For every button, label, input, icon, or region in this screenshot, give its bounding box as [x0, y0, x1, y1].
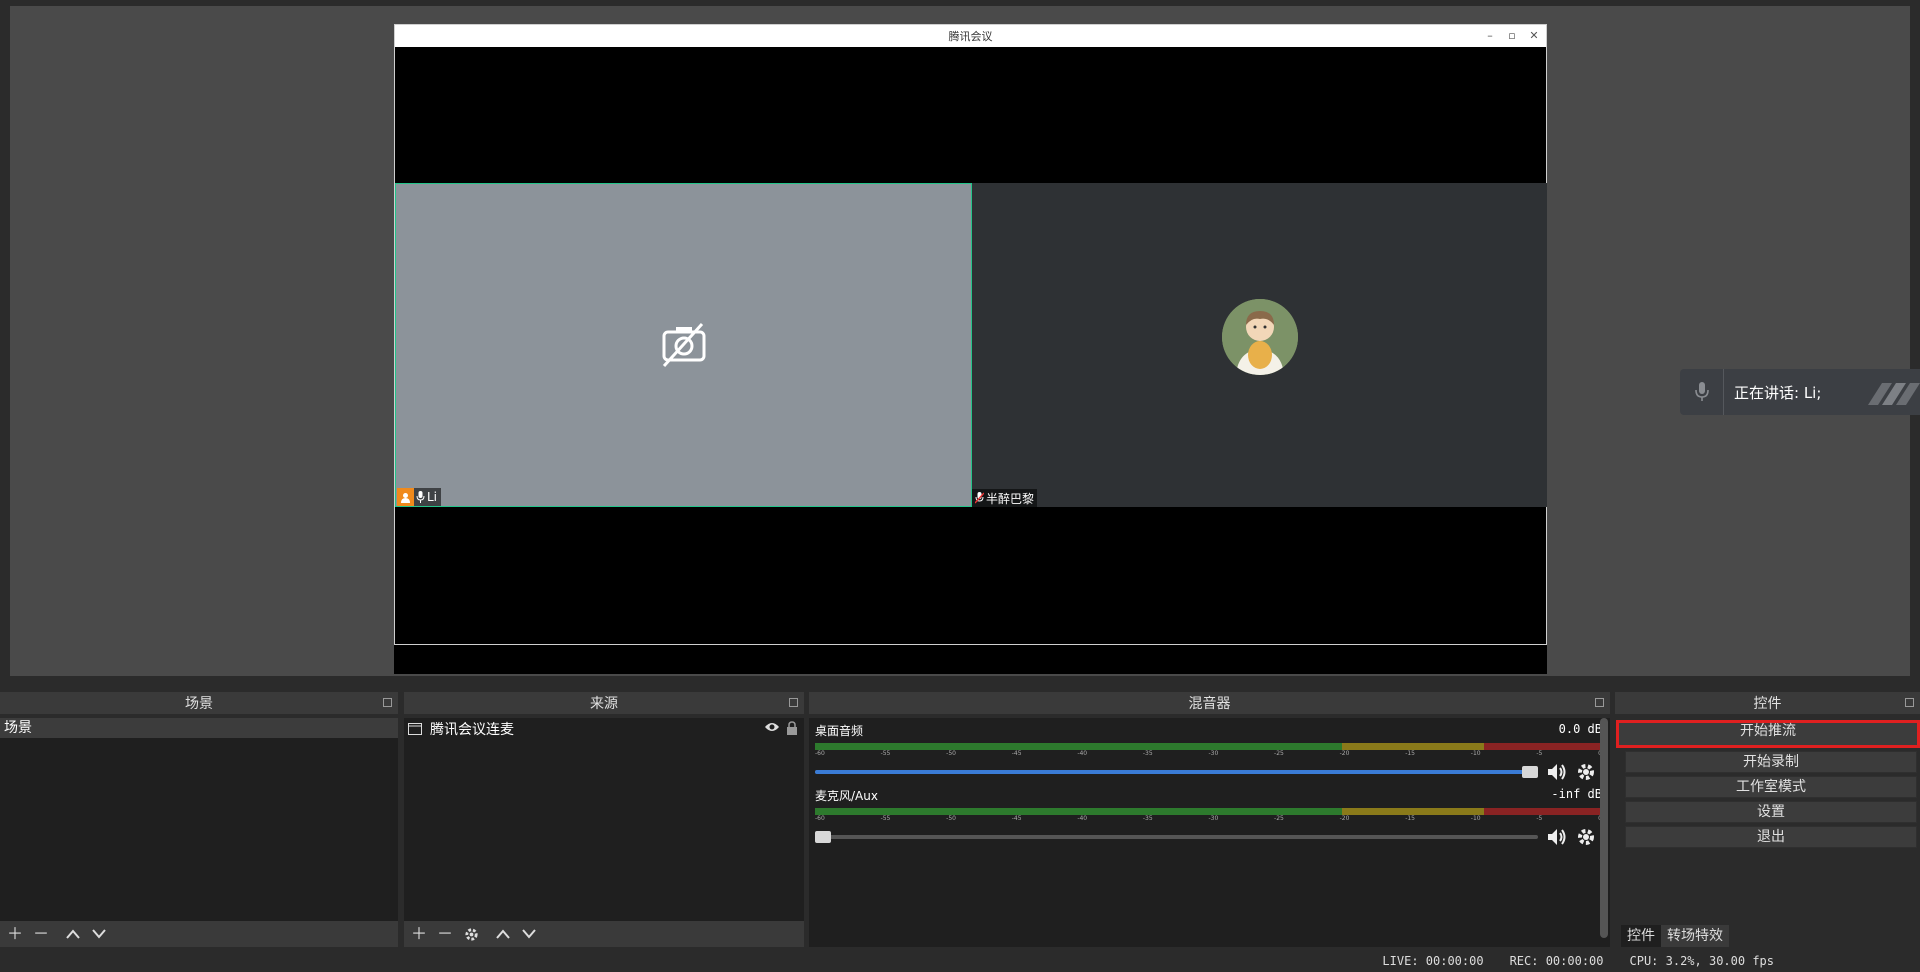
dock-title: 控件: [1753, 696, 1782, 712]
exit-button[interactable]: 退出: [1625, 826, 1917, 848]
float-dock-icon[interactable]: [1595, 698, 1604, 707]
name-tag-banzuibali: 半醉巴黎: [972, 489, 1038, 507]
tab-controls[interactable]: 控件: [1621, 925, 1661, 947]
avatar: [1222, 299, 1298, 375]
float-dock-icon[interactable]: [383, 698, 392, 707]
mixer-scrollbar[interactable]: [1600, 718, 1608, 938]
gear-icon[interactable]: [462, 925, 480, 943]
scene-list[interactable]: 场景: [0, 718, 398, 921]
move-up-icon[interactable]: [494, 925, 512, 943]
tab-transitions[interactable]: 转场特效: [1661, 925, 1729, 947]
gear-icon[interactable]: [1576, 762, 1596, 782]
volume-slider[interactable]: [815, 831, 1538, 843]
dock-header: 来源: [404, 692, 804, 714]
speaking-text: 正在讲话: Li;: [1734, 383, 1822, 402]
sources-dock: 来源 腾讯会议连麦 ＋ －: [404, 692, 804, 947]
speaking-indicator: 正在讲话: Li;: [1680, 369, 1920, 415]
mic-muted-icon: [975, 492, 984, 504]
visibility-eye-icon[interactable]: [764, 721, 780, 733]
studio-mode-button[interactable]: 工作室模式: [1625, 776, 1917, 798]
channel-name: 桌面音频: [815, 724, 864, 738]
move-down-icon[interactable]: [520, 925, 538, 943]
speaker-icon[interactable]: [1546, 827, 1568, 847]
meeting-title: 腾讯会议: [948, 30, 993, 43]
window-controls: – ▫ ✕: [1484, 28, 1540, 44]
meter-ticks: -60-55-50-45-40-35-30-25-20-15-10-50: [815, 815, 1602, 822]
scene-toolbar: ＋ －: [0, 921, 398, 947]
move-down-icon[interactable]: [90, 925, 108, 943]
mixer-channel-desktop: 桌面音频 0.0 dB -60 -55 -50 -45 -40 -35 -30 -25 -20-…: [809, 718, 1610, 783]
add-icon[interactable]: ＋: [6, 925, 24, 943]
channel-db: 0.0 dB: [1558, 722, 1602, 736]
gear-icon[interactable]: [1576, 827, 1596, 847]
mic-icon: [416, 491, 425, 503]
participant-tile-banzuibali: 半醉巴黎: [972, 183, 1547, 507]
cpu-status: CPU: 3.2%, 30.00 fps: [1629, 954, 1775, 968]
add-icon[interactable]: ＋: [410, 925, 428, 943]
volume-slider[interactable]: [815, 766, 1538, 778]
mixer-channel-mic: 麦克风/Aux -inf dB -60 -55 -50 -45 -40 -35 -30 -25…: [809, 783, 1610, 848]
mic-icon: [1680, 369, 1724, 415]
live-status: LIVE: 00:00:00: [1382, 954, 1484, 968]
mixer-body: 桌面音频 0.0 dB -60 -55 -50 -45 -40 -35 -30 -25 -20-…: [809, 718, 1610, 947]
controls-dock: 控件 开始推流 开始录制 工作室模式 设置 退出 控件 转场特效: [1615, 692, 1920, 947]
meeting-window: 腾讯会议 – ▫ ✕ Li 半醉巴黎: [394, 24, 1547, 645]
status-bar: LIVE: 00:00:00 REC: 00:00:00 CPU: 3.2%, …: [0, 950, 1920, 972]
participant-name: Li: [427, 490, 438, 504]
program-canvas: 腾讯会议 – ▫ ✕ Li 半醉巴黎: [394, 24, 1547, 674]
remove-icon[interactable]: －: [436, 925, 454, 943]
volume-meter: [815, 808, 1602, 815]
dock-header: 场景: [0, 692, 398, 714]
lock-icon[interactable]: [786, 721, 798, 735]
controls-list: 开始推流 开始录制 工作室模式 设置 退出: [1615, 720, 1920, 851]
scene-item[interactable]: 场景: [0, 718, 398, 738]
volume-meter: [815, 743, 1602, 750]
meter-ticks: -60-55-50-45-40-35-30-25-20-15-10-50: [815, 750, 1602, 757]
tencent-meeting-logo-icon: [1868, 383, 1920, 405]
dock-title: 混音器: [1188, 696, 1231, 712]
move-up-icon[interactable]: [64, 925, 82, 943]
restore-icon: ▫: [1508, 29, 1516, 42]
start-streaming-button[interactable]: 开始推流: [1616, 720, 1920, 748]
slider-handle[interactable]: [1522, 766, 1538, 778]
channel-name: 麦克风/Aux: [815, 789, 878, 803]
settings-button[interactable]: 设置: [1625, 801, 1917, 823]
name-tag-li: Li: [397, 488, 442, 506]
source-item[interactable]: 腾讯会议连麦: [404, 718, 804, 740]
participant-name: 半醉巴黎: [986, 491, 1035, 506]
participant-tile-li: Li: [395, 183, 972, 507]
dock-header: 混音器: [809, 692, 1610, 714]
source-label: 腾讯会议连麦: [430, 722, 514, 738]
rec-status: REC: 00:00:00: [1509, 954, 1604, 968]
start-recording-button[interactable]: 开始录制: [1625, 751, 1917, 773]
source-toolbar: ＋ －: [404, 921, 804, 947]
camera-off-icon: [662, 322, 706, 368]
speaker-icon[interactable]: [1546, 762, 1568, 782]
preview-area[interactable]: 腾讯会议 – ▫ ✕ Li 半醉巴黎: [10, 6, 1910, 676]
float-dock-icon[interactable]: [789, 698, 798, 707]
window-capture-icon: [408, 723, 422, 735]
controls-tabs: 控件 转场特效: [1621, 925, 1729, 947]
remove-icon[interactable]: －: [32, 925, 50, 943]
user-icon: [397, 488, 414, 506]
minimize-icon: –: [1487, 29, 1493, 42]
audio-mixer-dock: 混音器 桌面音频 0.0 dB -60 -55 -50 -45 -40 -35 -30 -25…: [809, 692, 1610, 947]
source-list[interactable]: 腾讯会议连麦: [404, 718, 804, 921]
meeting-titlebar: 腾讯会议 – ▫ ✕: [395, 25, 1546, 47]
close-icon: ✕: [1529, 29, 1539, 42]
dock-title: 场景: [185, 696, 213, 712]
slider-handle[interactable]: [815, 831, 831, 843]
float-dock-icon[interactable]: [1905, 698, 1914, 707]
dock-title: 来源: [590, 696, 618, 712]
dock-header: 控件: [1615, 692, 1920, 714]
scenes-dock: 场景 场景 ＋ －: [0, 692, 398, 947]
channel-db: -inf dB: [1551, 787, 1602, 801]
